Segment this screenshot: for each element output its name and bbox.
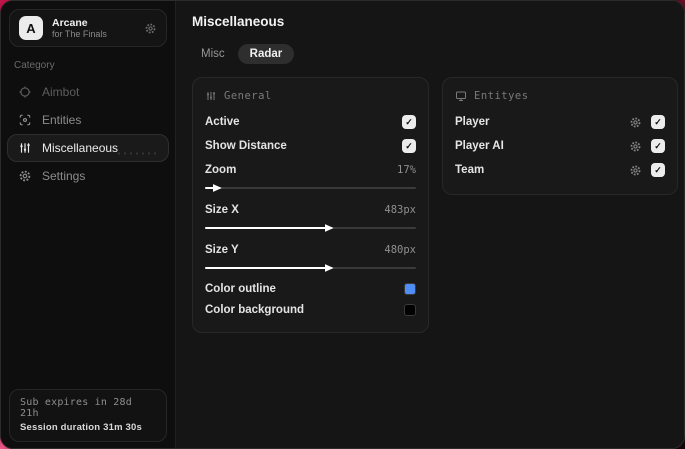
sidebar-item-label: Settings <box>42 169 86 183</box>
session-duration-text: Session duration 31m 30s <box>20 422 143 433</box>
slider-fill <box>205 264 334 272</box>
entities-panel: Entityes Player ✓ Player AI ✓ Team ✓ <box>442 77 678 195</box>
toggle-row-active: Active ✓ <box>205 110 416 134</box>
team-checkbox[interactable]: ✓ <box>651 163 665 177</box>
zoom-slider[interactable] <box>205 184 416 192</box>
color-outline-row: Color outline <box>205 278 416 299</box>
profile-card: A Arcane for The Finals <box>9 9 167 47</box>
entity-row-player: Player ✓ <box>455 110 665 134</box>
gear-icon <box>18 169 32 183</box>
sidebar-item-label: Entities <box>42 113 82 127</box>
slider-fill <box>205 224 334 232</box>
category-label: Category <box>14 60 55 71</box>
gear-icon[interactable] <box>144 22 157 35</box>
show-distance-checkbox[interactable]: ✓ <box>402 139 416 153</box>
gear-icon[interactable] <box>629 164 642 177</box>
tab-misc[interactable]: Misc <box>192 44 234 64</box>
size-x-slider-group: Size X 483px <box>205 198 416 232</box>
sidebar-nav: Aimbot Entities Miscellaneous Settings <box>1 78 175 190</box>
tab-bar: Misc Radar <box>192 44 678 64</box>
toggle-label: Show Distance <box>205 140 287 152</box>
sidebar-item-label: Aimbot <box>42 85 80 99</box>
entities-panel-title: Entityes <box>474 90 529 102</box>
dots-decoration <box>116 151 158 157</box>
slider-value: 483px <box>384 204 416 216</box>
player-checkbox[interactable]: ✓ <box>651 115 665 129</box>
slider-label: Size Y <box>205 244 239 256</box>
slider-label-row: Size X 483px <box>205 198 416 222</box>
sliders-icon <box>205 90 217 102</box>
color-background-row: Color background <box>205 299 416 320</box>
sidebar-item-entities[interactable]: Entities <box>7 106 169 134</box>
zoom-slider-group: Zoom 17% <box>205 158 416 192</box>
profile-subtitle: for The Finals <box>52 28 107 39</box>
slider-thumb[interactable] <box>324 224 334 232</box>
entity-label: Team <box>455 164 485 176</box>
slider-label: Size X <box>205 204 239 216</box>
color-label: Color outline <box>205 282 276 295</box>
player-ai-checkbox[interactable]: ✓ <box>651 139 665 153</box>
sidebar-item-miscellaneous[interactable]: Miscellaneous <box>7 134 169 162</box>
sidebar-item-label: Miscellaneous <box>42 141 119 155</box>
entity-label: Player AI <box>455 140 504 152</box>
slider-label-row: Zoom 17% <box>205 158 416 182</box>
page-title: Miscellaneous <box>192 14 285 29</box>
monitor-icon <box>455 90 467 102</box>
entity-row-team: Team ✓ <box>455 158 665 182</box>
general-panel: General Active ✓ Show Distance ✓ Zoom 17… <box>192 77 429 333</box>
color-label: Color background <box>205 303 305 316</box>
entities-panel-header: Entityes <box>455 90 665 102</box>
slider-fill <box>205 184 222 192</box>
slider-value: 480px <box>384 244 416 256</box>
slider-label: Zoom <box>205 164 237 176</box>
size-y-slider[interactable] <box>205 264 416 272</box>
sidebar: A Arcane for The Finals Category Aimbot … <box>1 1 176 448</box>
tab-radar[interactable]: Radar <box>237 44 295 64</box>
slider-value: 17% <box>397 164 416 176</box>
scan-icon <box>18 113 32 127</box>
slider-thumb[interactable] <box>212 184 222 192</box>
sidebar-item-settings[interactable]: Settings <box>7 162 169 190</box>
size-x-slider[interactable] <box>205 224 416 232</box>
toggle-row-show-distance: Show Distance ✓ <box>205 134 416 158</box>
entity-controls: ✓ <box>629 139 665 153</box>
entity-row-player-ai: Player AI ✓ <box>455 134 665 158</box>
sub-expiry-text: Sub expires in 28d 21h <box>20 397 132 419</box>
general-panel-header: General <box>205 90 416 102</box>
app-window: A Arcane for The Finals Category Aimbot … <box>0 0 685 449</box>
profile-name: Arcane <box>52 16 88 29</box>
color-background-swatch[interactable] <box>404 303 416 316</box>
sidebar-item-aimbot[interactable]: Aimbot <box>7 78 169 106</box>
gear-icon[interactable] <box>629 140 642 153</box>
entity-controls: ✓ <box>629 163 665 177</box>
panels-row: General Active ✓ Show Distance ✓ Zoom 17… <box>192 77 678 333</box>
active-checkbox[interactable]: ✓ <box>402 115 416 129</box>
gear-icon[interactable] <box>629 116 642 129</box>
subscription-card: Sub expires in 28d 21h Session duration … <box>9 389 167 442</box>
slider-label-row: Size Y 480px <box>205 238 416 262</box>
entity-label: Player <box>455 116 490 128</box>
sliders-icon <box>18 141 32 155</box>
crosshair-icon <box>18 85 32 99</box>
slider-thumb[interactable] <box>324 264 334 272</box>
avatar: A <box>19 16 43 40</box>
main-content: Miscellaneous Misc Radar General Active … <box>176 1 684 448</box>
color-outline-swatch[interactable] <box>404 282 416 295</box>
toggle-label: Active <box>205 116 240 128</box>
general-panel-title: General <box>224 90 272 102</box>
entity-controls: ✓ <box>629 115 665 129</box>
size-y-slider-group: Size Y 480px <box>205 238 416 272</box>
profile-text: Arcane for The Finals <box>52 17 135 39</box>
